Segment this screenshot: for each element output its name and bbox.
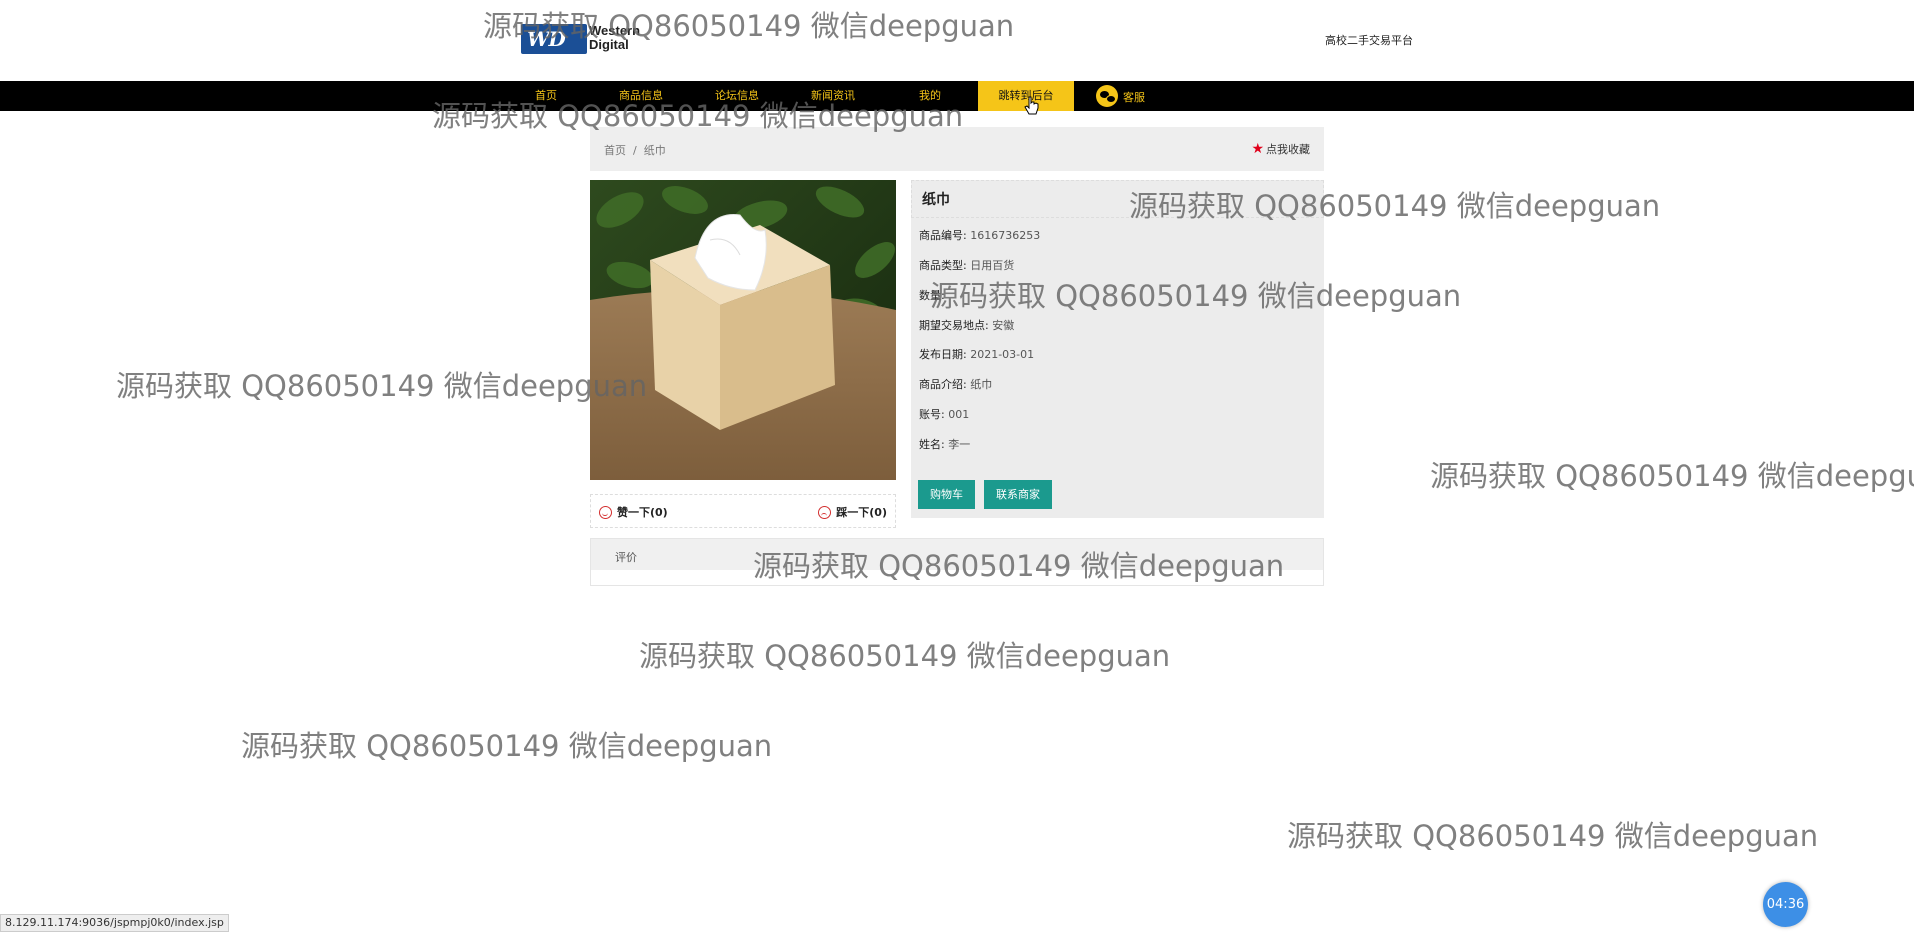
- like-button[interactable]: 赞一下(0): [599, 504, 668, 520]
- field-key: 账号:: [919, 408, 945, 421]
- site-title: 高校二手交易平台: [1325, 34, 1413, 47]
- watermark: 源码获取 QQ86050149 微信deepguan: [639, 639, 1171, 673]
- site-header: WD Western Digital 高校二手交易平台: [0, 0, 1914, 81]
- like-bar: 赞一下(0) 踩一下(0): [590, 494, 896, 528]
- info-row-location: 期望交易地点: 安徽: [919, 317, 1014, 333]
- nav-item-news[interactable]: 新闻资讯: [803, 81, 863, 111]
- watermark: 源码获取 QQ86050149 微信deepguan: [116, 369, 648, 403]
- field-key: 商品编号:: [919, 229, 967, 242]
- star-icon: ★: [1251, 141, 1264, 157]
- logo-line2: Digital: [589, 37, 629, 52]
- breadcrumb-home[interactable]: 首页: [604, 144, 626, 157]
- field-key: 期望交易地点:: [919, 319, 989, 332]
- logo-wordmark: Western Digital: [589, 24, 640, 52]
- frown-icon: [818, 506, 832, 519]
- recording-timer[interactable]: 04:36: [1763, 882, 1808, 927]
- main-nav: 首页 商品信息 论坛信息 新闻资讯 我的 跳转到后台 客服: [0, 81, 1914, 111]
- review-section: 评价: [590, 538, 1324, 586]
- watermark: 源码获取 QQ86050149 微信deepguan: [241, 729, 773, 763]
- info-row-id: 商品编号: 1616736253: [919, 227, 1040, 243]
- field-key: 发布日期:: [919, 348, 967, 361]
- breadcrumb: 首页 / 纸巾 ★ 点我收藏: [590, 127, 1324, 171]
- info-row-name: 姓名: 李一: [919, 436, 970, 452]
- product-image: [590, 180, 896, 480]
- field-key: 商品介绍:: [919, 378, 967, 391]
- nav-item-forum[interactable]: 论坛信息: [707, 81, 767, 111]
- field-key: 商品类型:: [919, 259, 967, 272]
- favorite-button[interactable]: ★ 点我收藏: [1251, 141, 1310, 157]
- western-digital-logo[interactable]: WD Western Digital: [521, 24, 663, 54]
- logo-line1: Western: [589, 23, 641, 38]
- smile-icon: [599, 506, 612, 519]
- logo-badge-text: WD: [527, 27, 566, 51]
- field-value: 安徽: [992, 319, 1015, 332]
- nav-item-home[interactable]: 首页: [523, 81, 569, 111]
- field-key: 数量:: [919, 289, 945, 302]
- favorite-label: 点我收藏: [1266, 143, 1310, 156]
- watermark: 源码获取 QQ86050149 微信deepguan: [1430, 459, 1914, 493]
- field-value: 1616736253: [970, 229, 1041, 242]
- customer-service-label: 客服: [1123, 91, 1145, 104]
- field-value: 001: [948, 408, 970, 421]
- hand-cursor-icon: [1024, 96, 1039, 115]
- field-value: 纸巾: [970, 378, 993, 391]
- watermark: 源码获取 QQ86050149 微信deepguan: [1287, 819, 1819, 853]
- status-url: 8.129.11.174:9036/jspmpj0k0/index.jsp: [0, 914, 229, 932]
- breadcrumb-current: 纸巾: [643, 144, 666, 157]
- breadcrumb-separator: /: [633, 144, 637, 157]
- field-value: 李一: [948, 438, 971, 451]
- wd-logo-badge: WD: [521, 24, 587, 54]
- nav-item-mine[interactable]: 我的: [907, 81, 953, 111]
- info-row-description: 商品介绍: 纸巾: [919, 376, 992, 392]
- info-row-date: 发布日期: 2021-03-01: [919, 346, 1034, 362]
- tissue-box-photo: [590, 180, 896, 480]
- contact-seller-button[interactable]: 联系商家: [984, 480, 1052, 509]
- product-info-panel: 纸巾 商品编号: 1616736253 商品类型: 日用百货 数量: 期望交易地…: [911, 180, 1324, 518]
- wechat-icon: [1096, 85, 1118, 107]
- info-row-quantity: 数量:: [919, 287, 945, 303]
- field-value: 2021-03-01: [970, 348, 1035, 361]
- field-value: 日用百货: [970, 259, 1015, 272]
- like-label: 赞一下(0): [617, 506, 668, 519]
- product-title: 纸巾: [911, 180, 1324, 218]
- dislike-label: 踩一下(0): [836, 506, 887, 519]
- tab-review[interactable]: 评价: [591, 539, 1323, 570]
- dislike-button[interactable]: 踩一下(0): [818, 504, 887, 520]
- nav-item-products[interactable]: 商品信息: [611, 81, 671, 111]
- review-tab-label: 评价: [615, 551, 637, 564]
- info-row-account: 账号: 001: [919, 406, 969, 422]
- info-row-type: 商品类型: 日用百货: [919, 257, 1014, 273]
- nav-item-customer-service[interactable]: 客服: [1096, 81, 1148, 111]
- field-key: 姓名:: [919, 438, 945, 451]
- cart-button[interactable]: 购物车: [918, 480, 975, 509]
